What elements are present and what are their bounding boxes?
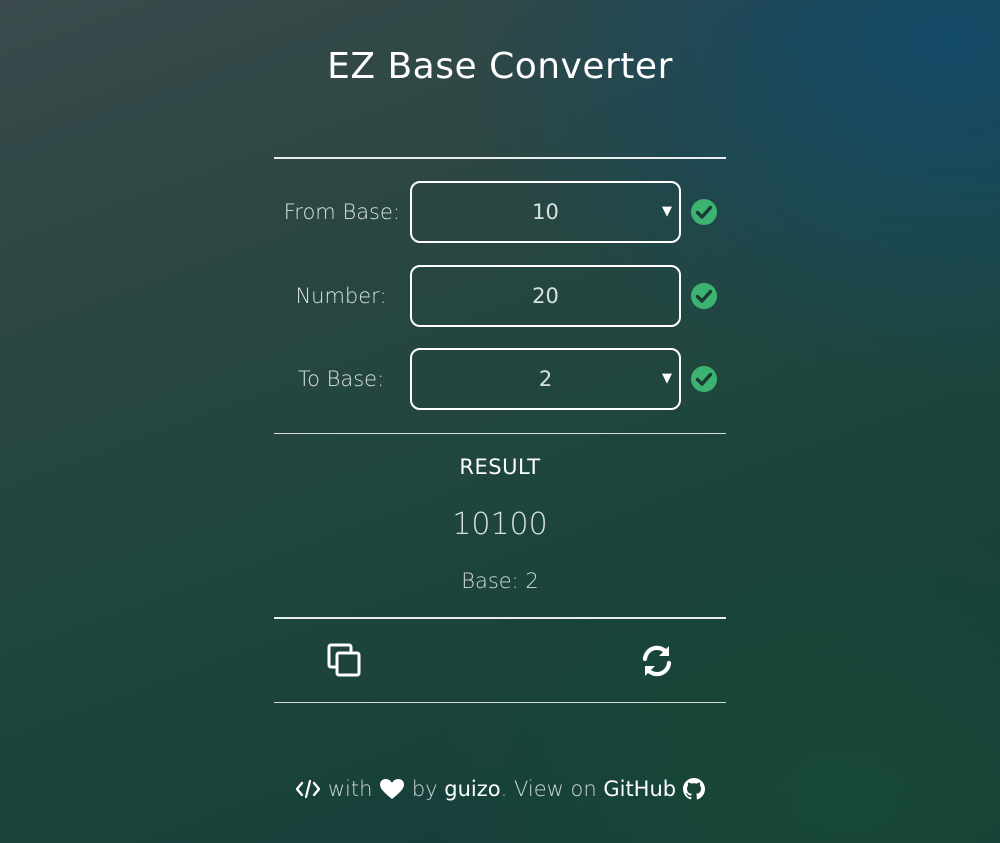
result-value: 10100 — [452, 507, 548, 542]
author-link[interactable]: guizo — [444, 777, 500, 801]
number-label: Number: — [295, 284, 387, 308]
to-base-select[interactable]: 2 ▼ — [410, 348, 681, 410]
to-base-row: To Base: 2 ▼ — [274, 348, 726, 410]
footer-by-text: by — [411, 777, 438, 801]
divider-bottom — [274, 702, 726, 703]
from-base-select[interactable]: 10 ▼ — [410, 181, 681, 243]
number-input[interactable]: 20 — [410, 265, 681, 327]
to-base-value: 2 — [538, 367, 553, 391]
valid-check-icon — [691, 199, 717, 225]
code-icon — [295, 779, 321, 799]
chevron-down-icon: ▼ — [662, 371, 672, 386]
footer: with by guizo. View on GitHub — [0, 772, 1000, 806]
divider-top — [274, 157, 726, 159]
valid-check-icon — [691, 366, 717, 392]
from-base-label: From Base: — [283, 200, 400, 224]
footer-with-text: with — [327, 777, 373, 801]
from-base-row: From Base: 10 ▼ — [274, 181, 726, 243]
divider-result-top — [274, 433, 726, 434]
copy-icon[interactable] — [327, 643, 363, 679]
valid-check-icon — [691, 283, 717, 309]
heart-icon — [380, 779, 405, 799]
divider-result-bottom — [274, 617, 726, 619]
refresh-icon[interactable] — [639, 643, 675, 679]
number-row: Number: 20 — [274, 265, 726, 327]
github-link[interactable]: GitHub — [603, 777, 676, 801]
number-value: 20 — [532, 284, 559, 308]
result-label: RESULT — [459, 455, 541, 479]
github-icon[interactable] — [682, 778, 705, 800]
page-title: EZ Base Converter — [327, 46, 673, 87]
from-base-value: 10 — [532, 200, 559, 224]
footer-view-text: . View on — [500, 777, 597, 801]
result-base: Base: 2 — [461, 569, 539, 593]
to-base-label: To Base: — [297, 367, 385, 391]
chevron-down-icon: ▼ — [662, 204, 672, 219]
